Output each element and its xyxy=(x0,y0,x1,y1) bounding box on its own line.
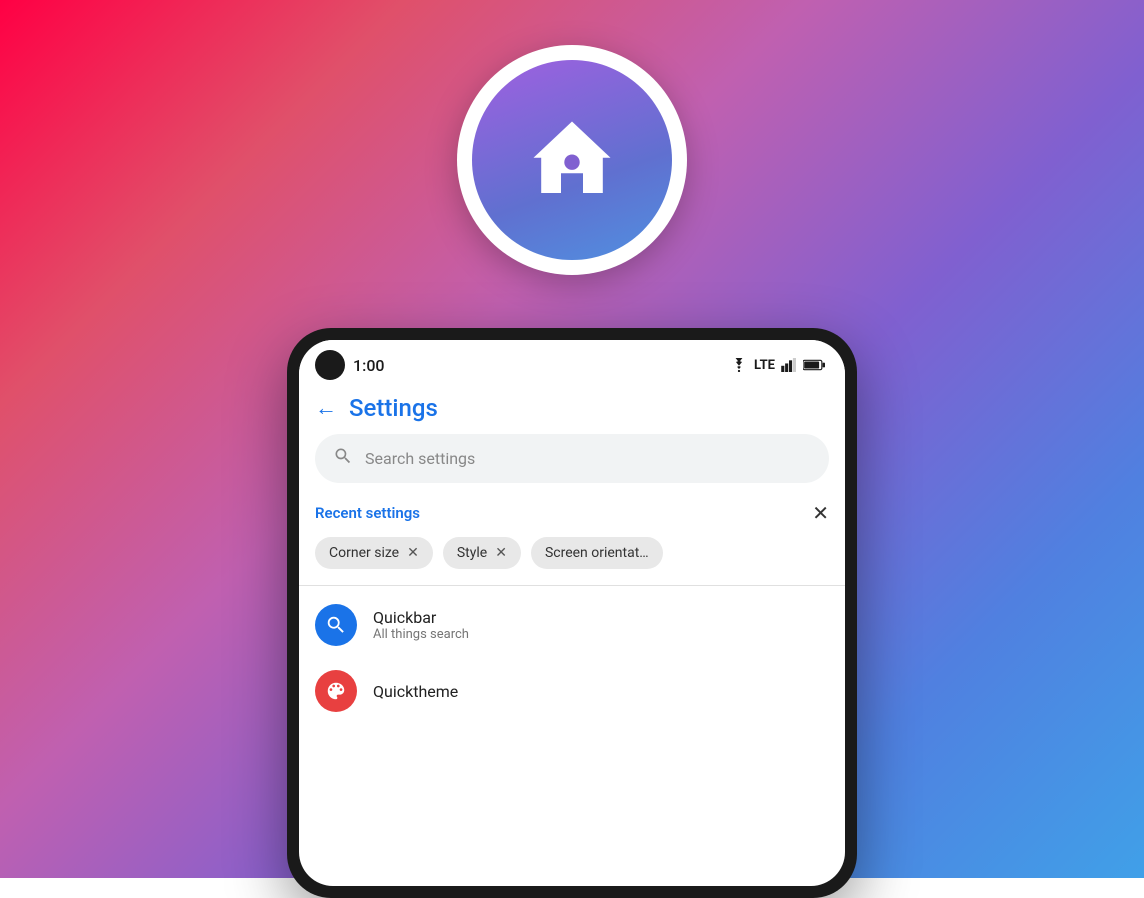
recent-header: Recent settings ✕ xyxy=(315,501,829,525)
back-button[interactable]: ← xyxy=(315,395,337,421)
quicktheme-name: Quicktheme xyxy=(373,682,829,701)
app-icon-wrapper xyxy=(452,30,692,290)
chip-corner-size[interactable]: Corner size ✕ xyxy=(315,537,433,569)
divider xyxy=(299,585,845,586)
chip-screen-orientation[interactable]: Screen orientat… xyxy=(531,537,663,569)
status-bar: 1:00 LTE xyxy=(299,340,845,386)
status-right: LTE xyxy=(730,358,825,373)
battery-icon xyxy=(803,359,825,371)
quickbar-text: Quickbar All things search xyxy=(373,608,829,642)
lte-label: LTE xyxy=(754,358,775,373)
app-icon-inner xyxy=(472,60,672,260)
settings-item-quickbar[interactable]: Quickbar All things search xyxy=(315,592,829,658)
camera-cutout xyxy=(315,350,345,380)
quicktheme-text: Quicktheme xyxy=(373,682,829,701)
close-recent-button[interactable]: ✕ xyxy=(812,501,829,525)
phone-frame: 1:00 LTE xyxy=(287,328,857,898)
phone-screen: 1:00 LTE xyxy=(299,340,845,886)
recent-settings-section: Recent settings ✕ Corner size ✕ Style ✕ … xyxy=(299,495,845,579)
search-placeholder: Search settings xyxy=(365,449,475,468)
settings-item-quicktheme[interactable]: Quicktheme xyxy=(315,658,829,724)
search-bar[interactable]: Search settings xyxy=(315,434,829,483)
chip-style[interactable]: Style ✕ xyxy=(443,537,521,569)
chip-remove-icon[interactable]: ✕ xyxy=(495,545,507,561)
page-title: Settings xyxy=(349,394,438,422)
chips-row: Corner size ✕ Style ✕ Screen orientat… xyxy=(315,537,829,569)
chip-label: Screen orientat… xyxy=(545,545,649,561)
quickbar-desc: All things search xyxy=(373,627,829,642)
house-icon xyxy=(517,105,627,215)
quickbar-name: Quickbar xyxy=(373,608,829,627)
quickbar-icon xyxy=(315,604,357,646)
search-container: Search settings xyxy=(315,434,829,483)
status-left: 1:00 xyxy=(315,350,385,380)
search-icon xyxy=(333,446,353,471)
status-time: 1:00 xyxy=(353,356,385,375)
chip-label: Style xyxy=(457,545,487,561)
chip-label: Corner size xyxy=(329,545,399,561)
wifi-icon xyxy=(730,358,748,372)
recent-settings-title: Recent settings xyxy=(315,504,420,522)
app-header: ← Settings xyxy=(299,386,845,434)
settings-list: Quickbar All things search Quicktheme xyxy=(299,592,845,724)
app-icon-circle xyxy=(457,45,687,275)
chip-remove-icon[interactable]: ✕ xyxy=(407,545,419,561)
signal-icon xyxy=(781,358,797,372)
quicktheme-icon xyxy=(315,670,357,712)
